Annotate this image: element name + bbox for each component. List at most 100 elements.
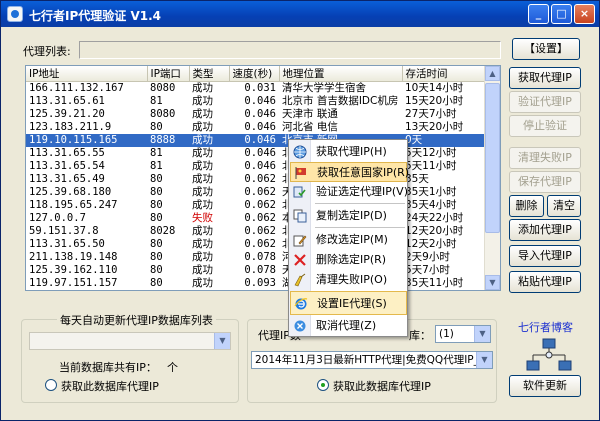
- cell-type: 成功: [192, 121, 213, 133]
- auto-update-group-title: 每天自动更新代理IP数据库列表: [57, 312, 216, 328]
- get-db-proxy-label-right: 获取此数据库代理IP: [333, 380, 431, 393]
- column-header-ip[interactable]: IP地址: [26, 66, 148, 82]
- cell-speed: 0.062: [244, 238, 276, 250]
- menu-item-cancel-proxy[interactable]: 取消代理(Z): [290, 316, 407, 336]
- paste-proxy-ip-button[interactable]: 粘贴代理IP: [509, 271, 581, 293]
- menu-item-label: 修改选定IP(M): [316, 233, 388, 246]
- cell-port: 80: [150, 264, 163, 276]
- table-row[interactable]: 113.31.65.5080成功0.062北12天2小时: [26, 238, 486, 251]
- column-header-alive[interactable]: 存活时间: [402, 66, 487, 82]
- cell-speed: 0.031: [244, 82, 276, 94]
- proxy-db-select[interactable]: (1) ▼: [435, 325, 491, 343]
- verify-proxy-ip-button[interactable]: 验证代理IP: [509, 91, 581, 113]
- table-row[interactable]: 125.39.162.11080成功0.078天5天7小时: [26, 264, 486, 277]
- app-window: 七行者IP代理验证 V1.4 _ □ × 代理列表: 【设置】 获取代理IP 验…: [0, 0, 600, 421]
- column-header-location[interactable]: 地理位置: [279, 66, 403, 82]
- cell-port: 8080: [150, 82, 176, 94]
- get-db-proxy-radio-left[interactable]: [45, 379, 57, 391]
- scroll-up-arrow-icon[interactable]: ▲: [485, 66, 500, 81]
- ie-icon: [294, 298, 308, 310]
- table-header-row: IP地址 IP端口 类型 速度(秒) 地理位置 存活时间: [26, 66, 487, 82]
- clear-button[interactable]: 清空: [547, 195, 581, 217]
- chevron-down-icon[interactable]: ▼: [474, 326, 490, 342]
- table-row[interactable]: 119.10.115.1658888成功0.046北京市 新网0天: [26, 134, 486, 147]
- maximize-button[interactable]: □: [551, 4, 572, 24]
- menu-item-verify-selected[interactable]: 验证选定代理IP(V): [290, 182, 408, 202]
- menu-item-delete-selected[interactable]: 删除选定IP(R): [290, 250, 407, 270]
- cell-port: 80: [150, 121, 163, 133]
- menu-item-set-ie-proxy[interactable]: 设置IE代理(S): [290, 291, 407, 315]
- cell-ip: 211.138.19.148: [29, 251, 118, 263]
- table-scrollbar[interactable]: ▲ ▼: [484, 66, 500, 290]
- clear-failed-ip-button[interactable]: 清理失败IP: [509, 147, 581, 169]
- table-row[interactable]: 113.31.65.5581成功0.046北5天12小时: [26, 147, 486, 160]
- cell-ip: 123.183.211.9: [29, 121, 112, 133]
- cell-port: 80: [150, 173, 163, 185]
- add-proxy-ip-button[interactable]: 添加代理IP: [509, 219, 581, 241]
- db-count-value: 个: [167, 361, 178, 374]
- chevron-down-icon[interactable]: ▼: [214, 333, 230, 349]
- menu-item-get-any-country[interactable]: 获取任意国家IP(R): [290, 162, 409, 182]
- table-row[interactable]: 118.195.65.24780成功0.062北35天4小时: [26, 199, 486, 212]
- menu-item-label: 删除选定IP(R): [316, 253, 387, 266]
- table-row[interactable]: 119.97.151.15780成功0.093湖35天11小时: [26, 277, 486, 290]
- cell-type: 成功: [192, 95, 213, 107]
- software-update-button[interactable]: 软件更新: [509, 375, 581, 397]
- close-button[interactable]: ×: [574, 4, 595, 24]
- app-icon: [7, 6, 23, 22]
- table-row[interactable]: 125.39.21.20 8080 成功 0.046 天津市 联通 27天7小时: [26, 108, 486, 121]
- table-row[interactable]: 125.39.68.18080成功0.062天35天1小时: [26, 186, 486, 199]
- table-row[interactable]: 113.31.65.5481成功0.046北5天11小时: [26, 160, 486, 173]
- stop-verify-button[interactable]: 停止验证: [509, 115, 581, 137]
- proxy-table[interactable]: IP地址 IP端口 类型 速度(秒) 地理位置 存活时间 166.111.132…: [25, 65, 501, 291]
- scroll-thumb[interactable]: [485, 83, 500, 233]
- cell-port: 80: [150, 238, 163, 250]
- cell-alive: 10天14小时: [405, 82, 464, 94]
- save-proxy-ip-button[interactable]: 保存代理IP: [509, 171, 581, 193]
- table-row[interactable]: 59.151.37.88028成功0.062北12天20小时: [26, 225, 486, 238]
- blog-link[interactable]: 七行者博客: [518, 319, 573, 335]
- copy-icon: [293, 209, 307, 223]
- cell-alive: 15天20小时: [405, 95, 464, 107]
- column-header-type[interactable]: 类型: [189, 66, 230, 82]
- get-db-proxy-label-left: 获取此数据库代理IP: [61, 380, 159, 393]
- table-row[interactable]: 127.0.0.780失败0.062本24天22小时: [26, 212, 486, 225]
- delete-button[interactable]: 删除: [509, 195, 544, 217]
- chevron-down-icon[interactable]: ▼: [476, 352, 492, 368]
- cell-port: 80: [150, 186, 163, 198]
- table-row[interactable]: 211.138.19.14880成功0.078河2天9小时: [26, 251, 486, 264]
- cell-speed: 0.046: [244, 108, 276, 120]
- cell-ip: 113.31.65.55: [29, 147, 105, 159]
- menu-item-get-proxy[interactable]: 获取代理IP(H): [290, 142, 407, 162]
- proxy-db-source-combo[interactable]: 2014年11月3日最新HTTP代理|免费QQ代理IP_在线代 ▼: [251, 351, 493, 369]
- cell-ip: 113.31.65.49: [29, 173, 105, 185]
- verify-icon: [293, 186, 306, 198]
- table-row[interactable]: 123.183.211.9 80 成功 0.046 河北省 电信 13天20小时: [26, 121, 486, 134]
- table-row[interactable]: 113.31.65.61 81 成功 0.046 北京市 首吉数据IDC机房 15天20小…: [26, 95, 486, 108]
- proxy-list-field[interactable]: [79, 41, 501, 59]
- get-proxy-ip-button[interactable]: 获取代理IP: [509, 67, 581, 89]
- cell-location: 清华大学学生宿舍: [282, 82, 366, 94]
- scroll-down-arrow-icon[interactable]: ▼: [485, 275, 500, 290]
- cell-type: 成功: [192, 173, 213, 185]
- import-proxy-ip-button[interactable]: 导入代理IP: [509, 245, 581, 267]
- column-header-port[interactable]: IP端口: [147, 66, 190, 82]
- window-title: 七行者IP代理验证 V1.4: [29, 9, 161, 23]
- table-row[interactable]: 113.31.65.4980成功0.062北35天: [26, 173, 486, 186]
- cell-ip: 166.111.132.167: [29, 82, 124, 94]
- column-header-speed[interactable]: 速度(秒): [229, 66, 280, 82]
- cell-alive: 5天12小时: [405, 147, 457, 159]
- auto-update-combo[interactable]: ▼: [29, 332, 231, 350]
- menu-item-copy-selected[interactable]: 复制选定IP(D): [290, 206, 407, 226]
- minimize-button[interactable]: _: [528, 4, 549, 24]
- get-db-proxy-radio-right[interactable]: [317, 379, 329, 391]
- settings-button[interactable]: 【设置】: [512, 38, 580, 60]
- menu-item-edit-selected[interactable]: 修改选定IP(M): [290, 230, 407, 250]
- title-bar[interactable]: 七行者IP代理验证 V1.4 _ □ ×: [1, 1, 599, 27]
- cell-speed: 0.046: [244, 160, 276, 172]
- menu-item-clean-failed[interactable]: 清理失败IP(O): [290, 270, 407, 290]
- cell-type: 成功: [192, 264, 213, 276]
- table-row[interactable]: 166.111.132.167 8080 成功 0.031 清华大学学生宿舍 10天14小…: [26, 82, 486, 96]
- cell-port: 81: [150, 160, 163, 172]
- cell-ip: 59.151.37.8: [29, 225, 99, 237]
